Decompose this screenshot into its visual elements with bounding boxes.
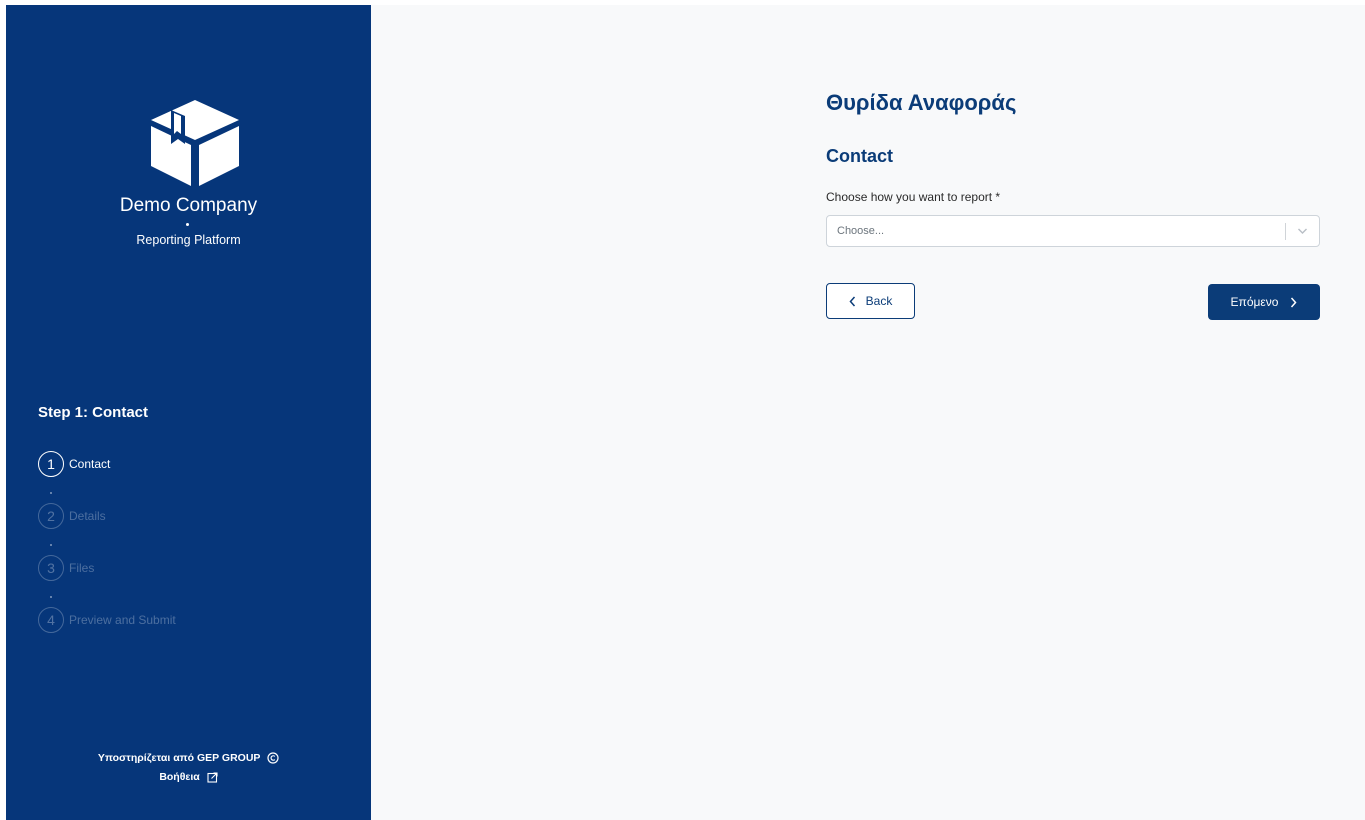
select-divider (1285, 223, 1286, 240)
page-title: Θυρίδα Αναφοράς (826, 90, 1017, 115)
step-label: Preview and Submit (69, 613, 176, 627)
step-number: 2 (38, 503, 64, 529)
platform-name: Reporting Platform (136, 233, 241, 247)
step-label: Files (69, 561, 95, 575)
next-button-label: Επόμενο (1230, 295, 1279, 309)
step-item-details: 2 Details (38, 503, 106, 529)
powered-by-text: Υποστηρίζεται από GEP GROUP (97, 752, 261, 764)
copyright-icon (267, 752, 279, 764)
report-method-select[interactable]: Choose... (826, 215, 1320, 247)
app-frame: Demo Company Reporting Platform Step 1: … (0, 0, 1365, 820)
main-content: Θυρίδα Αναφοράς Contact Choose how you w… (371, 5, 1365, 820)
external-link-icon[interactable] (207, 772, 218, 783)
step-label: Contact (69, 457, 111, 471)
step-item-preview-submit: 4 Preview and Submit (38, 607, 176, 633)
chevron-left-icon (849, 296, 855, 306)
step-title: Step 1: Contact (38, 404, 149, 421)
section-title: Contact (826, 146, 893, 166)
sidebar: Demo Company Reporting Platform Step 1: … (6, 5, 371, 820)
chevron-down-icon[interactable] (1297, 227, 1308, 235)
step-item-files: 3 Files (38, 555, 94, 581)
help-text[interactable]: Βοήθεια (159, 771, 199, 783)
back-button-label: Back (865, 294, 893, 308)
company-name: Demo Company (119, 195, 258, 216)
separator-dot (186, 223, 189, 226)
select-placeholder: Choose... (837, 225, 885, 237)
chevron-right-icon (1291, 297, 1297, 307)
report-method-label: Choose how you want to report * (826, 190, 1001, 204)
step-connector (50, 544, 52, 546)
box-icon (151, 100, 239, 186)
step-number: 1 (38, 451, 64, 477)
back-button[interactable]: Back (826, 283, 915, 319)
next-button[interactable]: Επόμενο (1208, 284, 1320, 320)
step-number: 3 (38, 555, 64, 581)
step-label: Details (69, 509, 106, 523)
step-connector (50, 492, 52, 494)
help-link[interactable]: Βοήθεια (6, 771, 371, 783)
powered-by: Υποστηρίζεται από GEP GROUP (6, 752, 371, 764)
step-connector (50, 596, 52, 598)
step-number: 4 (38, 607, 64, 633)
step-item-contact[interactable]: 1 Contact (38, 451, 110, 477)
